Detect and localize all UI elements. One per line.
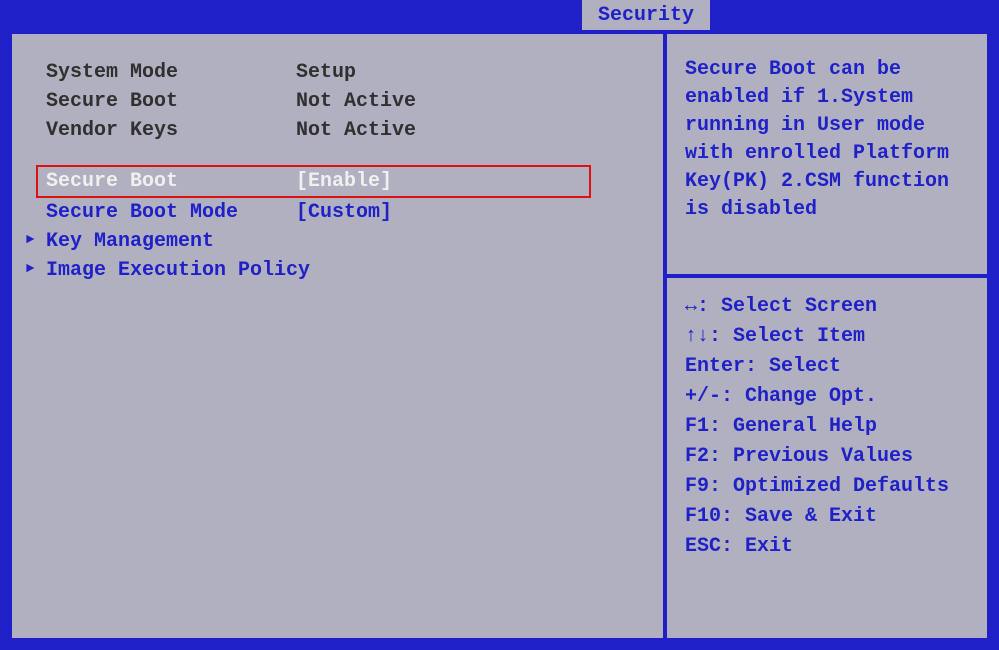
- hint-select-screen: ↔: Select Screen: [685, 292, 969, 322]
- hint-f1: F1: General Help: [685, 412, 969, 442]
- hint-select-item: ↑↓: Select Item: [685, 322, 969, 352]
- menu-tab-bar: Security: [0, 0, 999, 32]
- label: Secure Boot: [46, 167, 296, 196]
- hint-change-opt: +/-: Change Opt.: [685, 382, 969, 412]
- status-vendor-keys: Vendor Keys Not Active: [38, 116, 637, 145]
- tab-security[interactable]: Security: [580, 0, 712, 32]
- settings-panel: System Mode Setup Secure Boot Not Active…: [12, 34, 667, 638]
- help-keys: ↔: Select Screen ↑↓: Select Item Enter: …: [667, 278, 987, 638]
- label: Secure Boot: [46, 87, 296, 116]
- hint-f2: F2: Previous Values: [685, 442, 969, 472]
- status-system-mode: System Mode Setup: [38, 58, 637, 87]
- value: [Custom]: [296, 198, 392, 227]
- label: Vendor Keys: [46, 116, 296, 145]
- value: Not Active: [296, 87, 416, 116]
- hint-f10: F10: Save & Exit: [685, 502, 969, 532]
- help-panel: Secure Boot can be enabled if 1.System r…: [667, 34, 987, 638]
- submenu-image-execution-policy[interactable]: Image Execution Policy: [38, 256, 637, 285]
- submenu-key-management[interactable]: Key Management: [38, 227, 637, 256]
- value: [Enable]: [296, 167, 392, 196]
- setting-secure-boot-mode[interactable]: Secure Boot Mode [Custom]: [38, 198, 637, 227]
- hint-enter: Enter: Select: [685, 352, 969, 382]
- hint-esc: ESC: Exit: [685, 532, 969, 562]
- label: Image Execution Policy: [46, 256, 296, 285]
- setting-secure-boot[interactable]: Secure Boot [Enable]: [36, 165, 591, 198]
- label: System Mode: [46, 58, 296, 87]
- status-secure-boot: Secure Boot Not Active: [38, 87, 637, 116]
- label: Secure Boot Mode: [46, 198, 296, 227]
- value: Not Active: [296, 116, 416, 145]
- help-description: Secure Boot can be enabled if 1.System r…: [667, 34, 987, 234]
- value: Setup: [296, 58, 356, 87]
- hint-f9: F9: Optimized Defaults: [685, 472, 969, 502]
- label: Key Management: [46, 227, 296, 256]
- bios-frame: System Mode Setup Secure Boot Not Active…: [8, 30, 991, 642]
